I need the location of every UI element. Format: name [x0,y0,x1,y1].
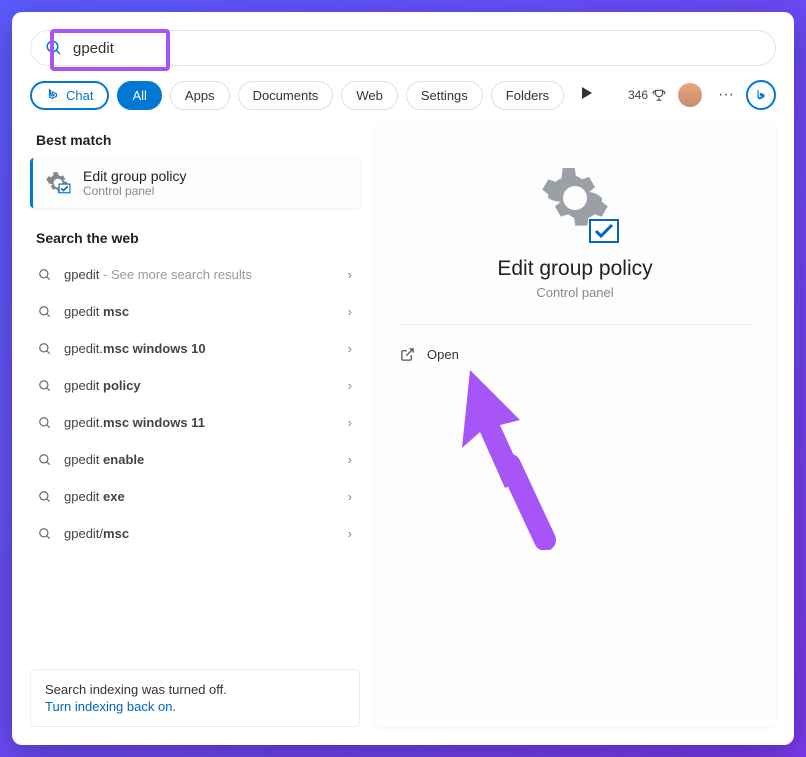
details-subtitle: Control panel [536,285,613,300]
details-title: Edit group policy [497,257,652,281]
search-window: Chat All Apps Documents Web Settings Fol… [12,12,794,745]
web-result-label: gpedit - See more search results [64,267,336,282]
search-icon [38,305,52,319]
indexing-text: Search indexing was turned off. [45,682,345,697]
tab-folders[interactable]: Folders [491,81,564,110]
content-area: Best match Edit group policy Control pan… [12,122,794,745]
tab-all[interactable]: All [117,81,161,110]
web-result-label: gpedit policy [64,378,336,393]
web-result-label: gpedit.msc windows 11 [64,415,336,430]
rewards-count: 346 [628,88,648,102]
open-icon [400,347,415,362]
search-icon [38,490,52,504]
results-list: Best match Edit group policy Control pan… [30,122,360,727]
web-result-label: gpedit enable [64,452,336,467]
chevron-right-icon: › [348,489,352,504]
chat-tab[interactable]: Chat [30,81,109,110]
search-icon [38,416,52,430]
best-match-item[interactable]: Edit group policy Control panel [30,158,360,208]
web-header: Search the web [30,220,360,256]
bing-chat-icon [46,88,60,102]
search-icon [45,39,63,57]
details-icon-wrap [539,162,611,239]
search-bar[interactable] [30,30,776,66]
rewards-badge[interactable]: 346 [628,88,666,102]
trophy-icon [652,88,666,102]
web-result-label: gpedit msc [64,304,336,319]
best-match-header: Best match [30,122,360,158]
indexing-notice: Search indexing was turned off. Turn ind… [30,669,360,727]
search-input[interactable] [73,40,761,57]
web-result-label: gpedit/msc [64,526,336,541]
tab-web[interactable]: Web [341,81,398,110]
search-icon [38,379,52,393]
web-result-label: gpedit.msc windows 10 [64,341,336,356]
web-result-item[interactable]: gpedit.msc windows 11 › [30,404,360,441]
bing-icon [754,88,768,102]
web-result-item[interactable]: gpedit msc › [30,293,360,330]
bing-button[interactable] [746,80,776,110]
tab-documents[interactable]: Documents [238,81,334,110]
best-match-title: Edit group policy [83,168,187,184]
gear-check-icon [45,170,71,196]
chat-label: Chat [66,88,93,103]
more-tabs-button[interactable] [572,82,602,108]
web-result-item[interactable]: gpedit policy › [30,367,360,404]
open-action[interactable]: Open [398,341,752,368]
chevron-right-icon: › [348,304,352,319]
web-result-item[interactable]: gpedit enable › [30,441,360,478]
indexing-link[interactable]: Turn indexing back on. [45,699,345,714]
open-label: Open [427,347,459,362]
search-icon [38,268,52,282]
check-overlay-icon [589,219,619,243]
chevron-right-icon: › [348,378,352,393]
chevron-right-icon: › [348,526,352,541]
play-icon [582,87,592,99]
chevron-right-icon: › [348,267,352,282]
chevron-right-icon: › [348,415,352,430]
chevron-right-icon: › [348,452,352,467]
details-panel: Edit group policy Control panel Open [374,122,776,727]
search-icon [38,342,52,356]
tab-apps[interactable]: Apps [170,81,230,110]
search-icon [38,527,52,541]
web-result-item[interactable]: gpedit exe › [30,478,360,515]
web-result-item[interactable]: gpedit.msc windows 10 › [30,330,360,367]
tab-settings[interactable]: Settings [406,81,483,110]
chevron-right-icon: › [348,341,352,356]
web-result-item[interactable]: gpedit/msc › [30,515,360,552]
more-options-button[interactable]: ··· [714,86,738,104]
web-result-label: gpedit exe [64,489,336,504]
divider [398,324,752,325]
best-match-subtitle: Control panel [83,184,187,198]
search-icon [38,453,52,467]
web-result-item[interactable]: gpedit - See more search results › [30,256,360,293]
user-avatar[interactable] [678,83,702,107]
tabs-row: Chat All Apps Documents Web Settings Fol… [12,76,794,122]
